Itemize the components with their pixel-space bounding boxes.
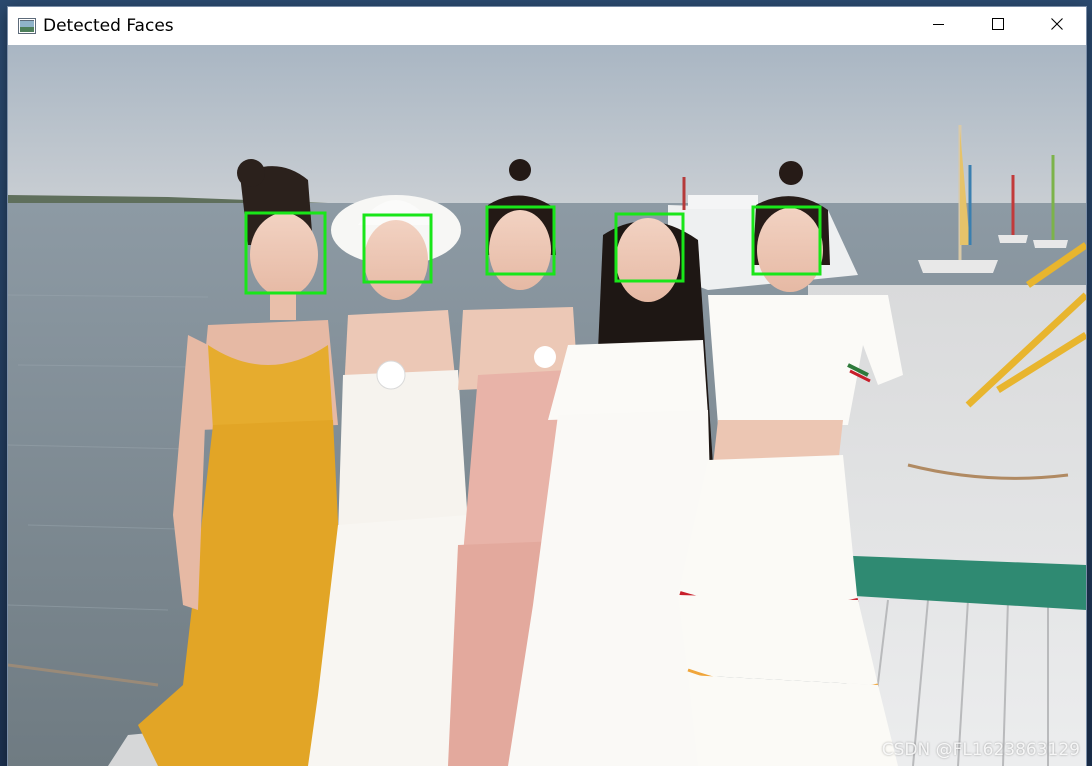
opencv-window-icon [18,18,36,34]
close-button[interactable] [1027,7,1086,45]
watermark: CSDN @FL1623863129 [881,740,1080,760]
window-controls [909,7,1086,45]
window-title: Detected Faces [43,16,174,36]
minimize-icon [932,17,945,35]
detected-faces-window[interactable]: Detected Faces CSDN @FL1623863129 [8,7,1086,766]
image-canvas: CSDN @FL1623863129 [8,45,1086,766]
detection-image [8,45,1086,766]
maximize-icon [991,17,1004,35]
title-bar[interactable]: Detected Faces [8,7,1086,45]
maximize-button[interactable] [968,7,1027,45]
minimize-button[interactable] [909,7,968,45]
sky [8,45,1086,205]
desktop-background: Detected Faces CSDN @FL1623863129 [0,0,1092,766]
close-icon [1050,17,1063,35]
